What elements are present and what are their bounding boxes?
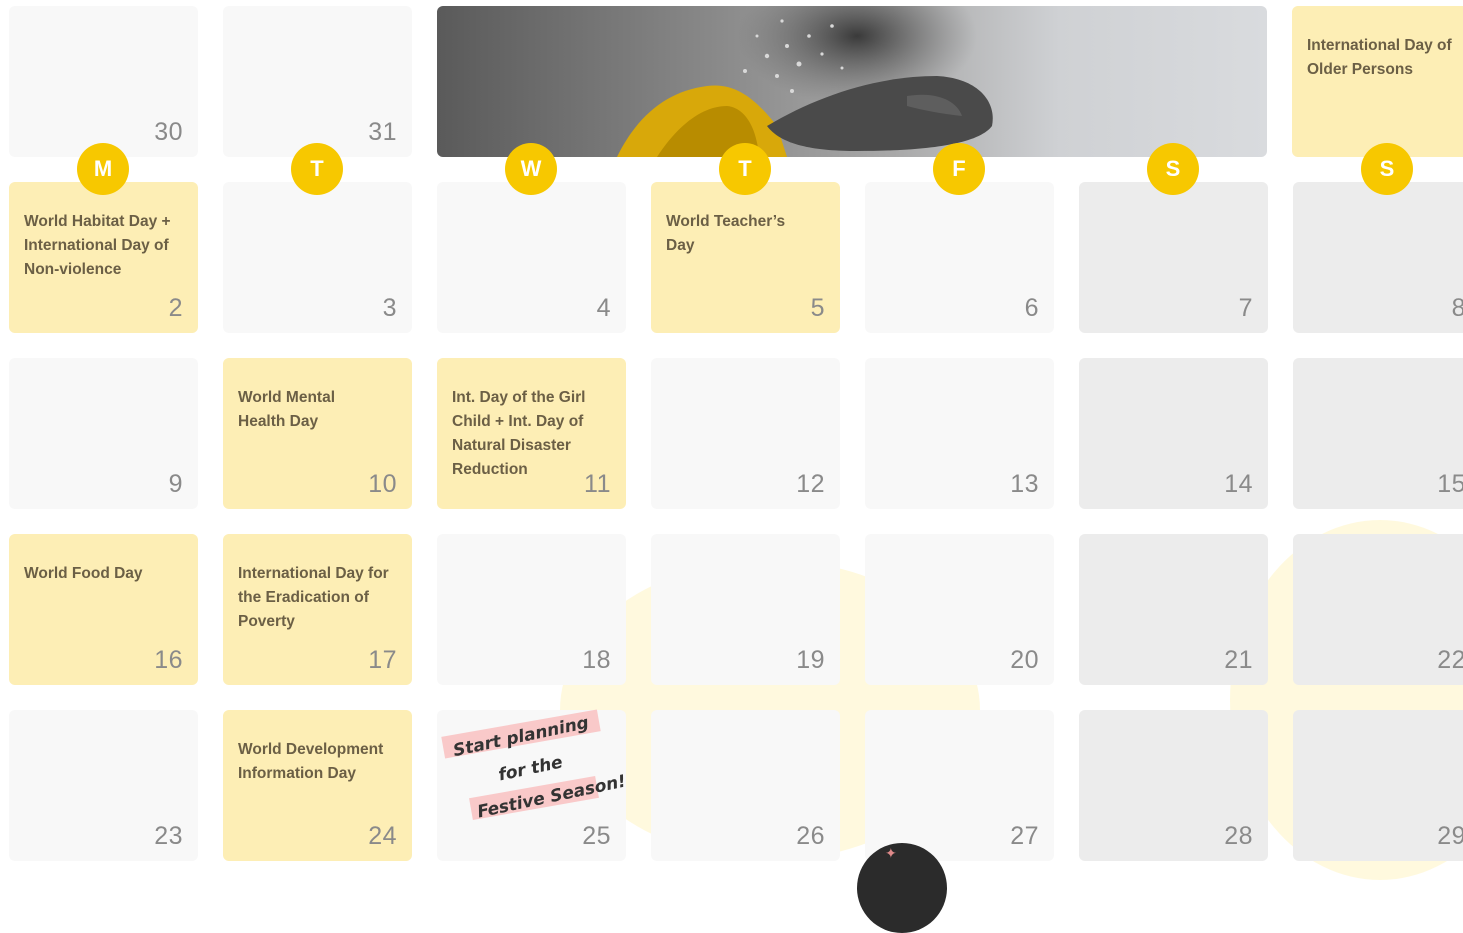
hands-seeds-image bbox=[617, 6, 993, 157]
festive-season-sticker: Start planning for the Festive Season! bbox=[440, 709, 628, 835]
day-number: 6 bbox=[1024, 294, 1039, 322]
event-text: World Teacher’s Day bbox=[666, 213, 786, 254]
day-cell[interactable]: World Teacher’s Day 5 bbox=[651, 182, 840, 333]
day-cell[interactable]: 30 bbox=[9, 6, 198, 157]
day-cell[interactable]: 29 bbox=[1293, 710, 1463, 861]
header-photo bbox=[437, 6, 1267, 157]
star-icon: ✦ bbox=[885, 845, 897, 861]
day-cell[interactable]: 18 bbox=[437, 534, 626, 685]
weekday-header: S bbox=[1147, 143, 1199, 195]
day-cell[interactable]: World Development Information Day 24 bbox=[223, 710, 412, 861]
day-number: 19 bbox=[796, 646, 825, 674]
event-text: International Day for the Eradication of… bbox=[238, 565, 389, 630]
day-number: 2 bbox=[168, 294, 183, 322]
day-cell[interactable]: 14 bbox=[1079, 358, 1268, 509]
day-cell[interactable]: World Food Day 16 bbox=[9, 534, 198, 685]
weekday-header: T bbox=[291, 143, 343, 195]
day-cell[interactable]: International Day for the Eradication of… bbox=[223, 534, 412, 685]
event-text: Int. Day of the Girl Child + Int. Day of… bbox=[452, 389, 586, 478]
day-number: 30 bbox=[154, 118, 183, 146]
day-number: 11 bbox=[584, 470, 611, 498]
day-cell[interactable]: 26 bbox=[651, 710, 840, 861]
day-number: 13 bbox=[1010, 470, 1039, 498]
day-cell[interactable]: 9 bbox=[9, 358, 198, 509]
event-text: International Day of Older Persons bbox=[1307, 37, 1452, 78]
day-cell[interactable]: 19 bbox=[651, 534, 840, 685]
day-number: 21 bbox=[1224, 646, 1253, 674]
day-number: 18 bbox=[582, 646, 611, 674]
weekday-header: W bbox=[505, 143, 557, 195]
weekday-header: T bbox=[719, 143, 771, 195]
day-cell[interactable]: 4 bbox=[437, 182, 626, 333]
day-cell[interactable]: 3 bbox=[223, 182, 412, 333]
day-cell[interactable]: World Mental Health Day 10 bbox=[223, 358, 412, 509]
day-cell[interactable]: 23 bbox=[9, 710, 198, 861]
day-number: 23 bbox=[154, 822, 183, 850]
day-cell[interactable]: 28 bbox=[1079, 710, 1268, 861]
day-cell[interactable]: 12 bbox=[651, 358, 840, 509]
day-number: 5 bbox=[810, 294, 825, 322]
weekday-header: M bbox=[77, 143, 129, 195]
day-number: 31 bbox=[368, 118, 397, 146]
day-number: 27 bbox=[1010, 822, 1039, 850]
day-cell[interactable]: 15 bbox=[1293, 358, 1463, 509]
day-number: 15 bbox=[1437, 470, 1463, 498]
day-cell[interactable]: 7 bbox=[1079, 182, 1268, 333]
day-number: 14 bbox=[1224, 470, 1253, 498]
weekday-header: F bbox=[933, 143, 985, 195]
sticker-line: Start planning bbox=[451, 712, 591, 762]
day-number: 24 bbox=[368, 822, 397, 850]
day-number: 20 bbox=[1010, 646, 1039, 674]
day-number: 7 bbox=[1238, 294, 1253, 322]
day-cell[interactable]: 13 bbox=[865, 358, 1054, 509]
day-cell[interactable]: World Habitat Day + International Day of… bbox=[9, 182, 198, 333]
day-number: 29 bbox=[1437, 822, 1463, 850]
day-number: 16 bbox=[154, 646, 183, 674]
day-number: 4 bbox=[596, 294, 611, 322]
day-number: 12 bbox=[796, 470, 825, 498]
day-number: 10 bbox=[368, 470, 397, 498]
event-text: World Mental Health Day bbox=[238, 389, 336, 430]
day-cell[interactable]: 31 bbox=[223, 6, 412, 157]
day-cell[interactable]: 8 bbox=[1293, 182, 1463, 333]
day-number: 28 bbox=[1224, 822, 1253, 850]
weekday-header: S bbox=[1361, 143, 1413, 195]
day-cell[interactable]: 6 bbox=[865, 182, 1054, 333]
day-cell[interactable]: 21 bbox=[1079, 534, 1268, 685]
event-text: World Development Information Day bbox=[238, 741, 384, 782]
day-cell[interactable]: 22 bbox=[1293, 534, 1463, 685]
day-number: 26 bbox=[796, 822, 825, 850]
day-cell[interactable]: 27 bbox=[865, 710, 1054, 861]
day-cell[interactable]: International Day of Older Persons 1 bbox=[1292, 6, 1463, 157]
sticker-line: for the bbox=[496, 752, 565, 786]
day-number: 17 bbox=[368, 646, 397, 674]
day-number: 9 bbox=[168, 470, 183, 498]
day-number: 3 bbox=[382, 294, 397, 322]
day-number: 8 bbox=[1451, 294, 1463, 322]
event-text: World Habitat Day + International Day of… bbox=[24, 213, 171, 278]
day-cell[interactable]: Int. Day of the Girl Child + Int. Day of… bbox=[437, 358, 626, 509]
day-number: 22 bbox=[1437, 646, 1463, 674]
decorative-circle: ✦ bbox=[857, 843, 947, 933]
day-cell[interactable]: 20 bbox=[865, 534, 1054, 685]
sticker-line: Festive Season! bbox=[475, 771, 628, 823]
event-text: World Food Day bbox=[24, 565, 143, 582]
